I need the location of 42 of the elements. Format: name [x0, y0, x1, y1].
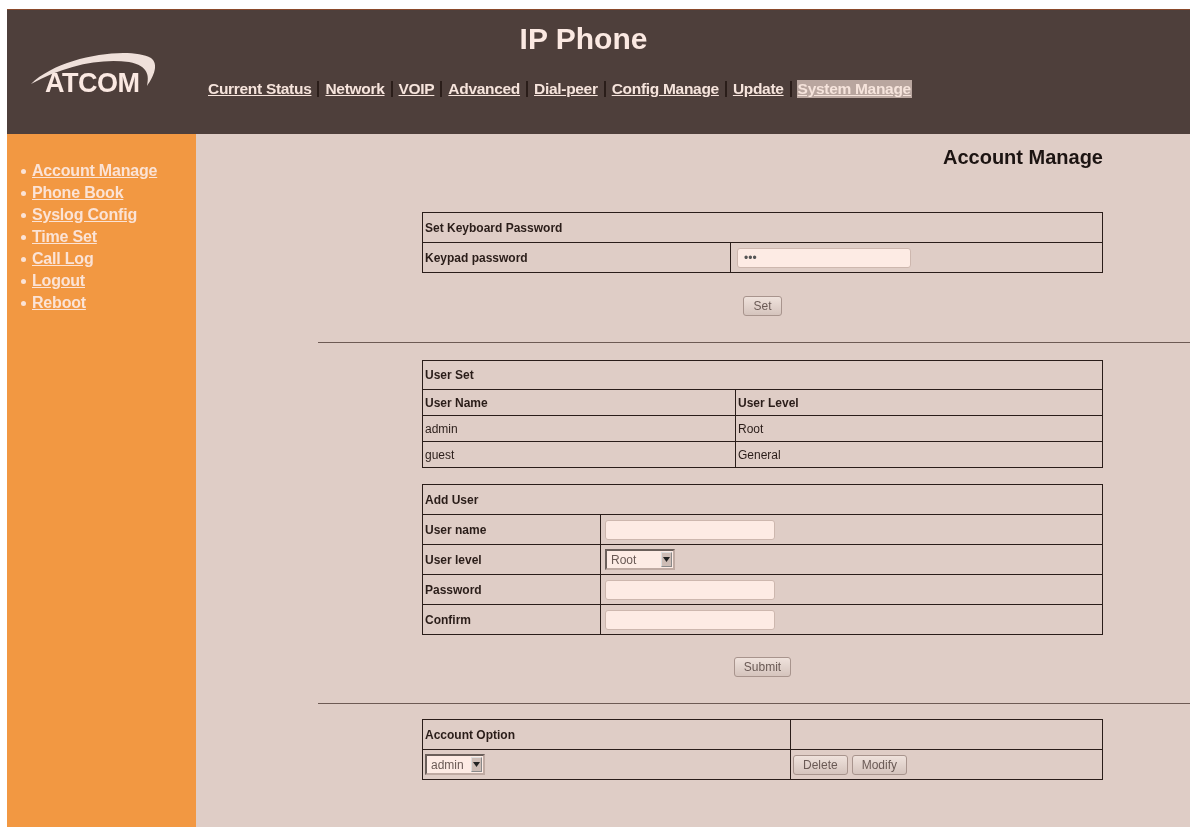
bullet-icon — [21, 278, 26, 284]
page-header-title: IP Phone — [519, 22, 648, 56]
column-header: User Level — [735, 389, 1103, 416]
field-label: Password — [422, 574, 601, 605]
bullet-icon — [21, 212, 26, 218]
field-label: Confirm — [422, 604, 601, 635]
input-field[interactable] — [605, 579, 775, 600]
input-field[interactable] — [605, 519, 775, 540]
table-cell: admin — [422, 415, 736, 442]
user-dropdown[interactable]: admin — [425, 754, 485, 775]
table-cell: General — [735, 441, 1103, 468]
nav-link[interactable]: Network — [324, 80, 386, 98]
password-field[interactable]: ••• — [737, 247, 911, 268]
table-title: Account Option — [422, 719, 791, 750]
field-label: Keypad password — [422, 242, 731, 273]
bullet-icon — [21, 168, 26, 174]
nav-link[interactable]: VOIP — [397, 80, 436, 98]
nav-link[interactable]: Config Manage — [610, 80, 720, 98]
level-dropdown[interactable]: Root — [605, 549, 675, 570]
bullet-icon — [21, 234, 26, 240]
nav-link[interactable]: Dial-peer — [533, 80, 599, 98]
column-header: User Name — [422, 389, 736, 416]
nav-link[interactable]: Current Status — [207, 80, 313, 98]
nav-link[interactable]: Update — [731, 80, 785, 98]
bullet-icon — [21, 300, 26, 306]
table-title: User Set — [422, 360, 1103, 390]
action-button[interactable]: Delete — [793, 754, 848, 775]
table-cell: guest — [422, 441, 736, 468]
nav-link[interactable]: Advanced — [447, 80, 522, 98]
action-button[interactable]: Modify — [851, 754, 908, 775]
input-field[interactable] — [605, 609, 775, 630]
set-button[interactable]: Set — [743, 296, 782, 316]
table-cell: Root — [735, 415, 1103, 442]
section-title: Account Manage — [942, 146, 1103, 169]
bullet-icon — [21, 256, 26, 262]
bullet-icon — [21, 190, 26, 196]
field-label: User name — [422, 514, 601, 545]
table-title: Add User — [422, 484, 1103, 515]
field-label: User level — [422, 544, 601, 575]
submit-button[interactable]: Submit — [733, 657, 792, 677]
table-title: Set Keyboard Password — [422, 212, 1103, 243]
logo: ATCOM — [45, 68, 140, 99]
